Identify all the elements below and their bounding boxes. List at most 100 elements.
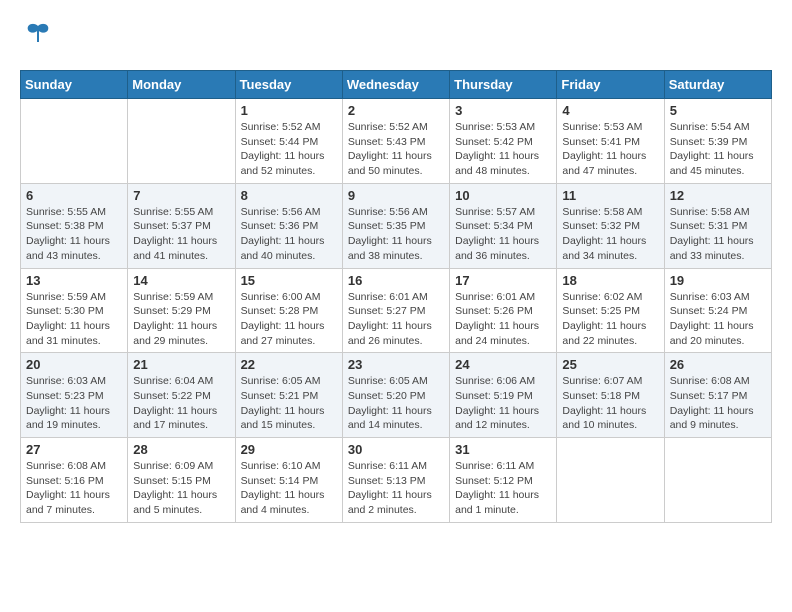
day-info: Sunrise: 6:02 AM Sunset: 5:25 PM Dayligh… (562, 290, 658, 349)
calendar-cell: 13 Sunrise: 5:59 AM Sunset: 5:30 PM Dayli… (21, 268, 128, 353)
calendar-table: SundayMondayTuesdayWednesdayThursdayFrid… (20, 70, 772, 523)
calendar-cell: 9 Sunrise: 5:56 AM Sunset: 5:35 PM Daylig… (342, 183, 449, 268)
day-info: Sunrise: 5:59 AM Sunset: 5:29 PM Dayligh… (133, 290, 229, 349)
day-number: 8 (241, 188, 337, 203)
calendar-cell: 30Sunrise: 6:11 AM Sunset: 5:13 PM Dayli… (342, 438, 449, 523)
day-info: Sunrise: 6:06 AM Sunset: 5:19 PM Dayligh… (455, 374, 551, 433)
day-number: 22 (241, 357, 337, 372)
day-number: 1 (241, 103, 337, 118)
day-number: 26 (670, 357, 766, 372)
calendar-cell (664, 438, 771, 523)
header-monday: Monday (128, 71, 235, 99)
day-number: 4 (562, 103, 658, 118)
day-info: Sunrise: 5:56 AM Sunset: 5:35 PM Dayligh… (348, 205, 444, 264)
day-info: Sunrise: 6:01 AM Sunset: 5:26 PM Dayligh… (455, 290, 551, 349)
day-info: Sunrise: 5:53 AM Sunset: 5:42 PM Dayligh… (455, 120, 551, 179)
day-number: 13 (26, 273, 122, 288)
day-number: 9 (348, 188, 444, 203)
day-number: 23 (348, 357, 444, 372)
calendar-cell: 26 Sunrise: 6:08 AM Sunset: 5:17 PM Dayli… (664, 353, 771, 438)
calendar-cell: 21Sunrise: 6:04 AM Sunset: 5:22 PM Dayli… (128, 353, 235, 438)
calendar-cell: 8 Sunrise: 5:56 AM Sunset: 5:36 PM Daylig… (235, 183, 342, 268)
day-number: 5 (670, 103, 766, 118)
day-info: Sunrise: 5:55 AM Sunset: 5:38 PM Dayligh… (26, 205, 122, 264)
calendar-week-2: 6 Sunrise: 5:55 AM Sunset: 5:38 PM Daylig… (21, 183, 772, 268)
day-info: Sunrise: 5:59 AM Sunset: 5:30 PM Dayligh… (26, 290, 122, 349)
day-number: 24 (455, 357, 551, 372)
day-number: 20 (26, 357, 122, 372)
header-tuesday: Tuesday (235, 71, 342, 99)
day-info: Sunrise: 6:08 AM Sunset: 5:16 PM Dayligh… (26, 459, 122, 518)
calendar-cell: 16 Sunrise: 6:01 AM Sunset: 5:27 PM Dayli… (342, 268, 449, 353)
calendar-cell: 28Sunrise: 6:09 AM Sunset: 5:15 PM Dayli… (128, 438, 235, 523)
day-info: Sunrise: 5:53 AM Sunset: 5:41 PM Dayligh… (562, 120, 658, 179)
day-number: 29 (241, 442, 337, 457)
calendar-cell: 1Sunrise: 5:52 AM Sunset: 5:44 PM Daylig… (235, 99, 342, 184)
day-info: Sunrise: 6:03 AM Sunset: 5:24 PM Dayligh… (670, 290, 766, 349)
calendar-cell: 7 Sunrise: 5:55 AM Sunset: 5:37 PM Daylig… (128, 183, 235, 268)
calendar-cell (21, 99, 128, 184)
calendar-cell: 31Sunrise: 6:11 AM Sunset: 5:12 PM Dayli… (450, 438, 557, 523)
day-number: 6 (26, 188, 122, 203)
calendar-cell: 20 Sunrise: 6:03 AM Sunset: 5:23 PM Dayli… (21, 353, 128, 438)
calendar-week-3: 13 Sunrise: 5:59 AM Sunset: 5:30 PM Dayli… (21, 268, 772, 353)
header-sunday: Sunday (21, 71, 128, 99)
day-number: 18 (562, 273, 658, 288)
day-info: Sunrise: 5:56 AM Sunset: 5:36 PM Dayligh… (241, 205, 337, 264)
calendar-cell: 15 Sunrise: 6:00 AM Sunset: 5:28 PM Dayli… (235, 268, 342, 353)
day-number: 3 (455, 103, 551, 118)
day-info: Sunrise: 6:04 AM Sunset: 5:22 PM Dayligh… (133, 374, 229, 433)
day-number: 17 (455, 273, 551, 288)
day-number: 7 (133, 188, 229, 203)
day-number: 10 (455, 188, 551, 203)
day-info: Sunrise: 6:05 AM Sunset: 5:21 PM Dayligh… (241, 374, 337, 433)
day-info: Sunrise: 5:58 AM Sunset: 5:31 PM Dayligh… (670, 205, 766, 264)
calendar-cell (557, 438, 664, 523)
calendar-cell: 23 Sunrise: 6:05 AM Sunset: 5:20 PM Dayli… (342, 353, 449, 438)
day-info: Sunrise: 6:01 AM Sunset: 5:27 PM Dayligh… (348, 290, 444, 349)
day-info: Sunrise: 6:00 AM Sunset: 5:28 PM Dayligh… (241, 290, 337, 349)
day-info: Sunrise: 6:03 AM Sunset: 5:23 PM Dayligh… (26, 374, 122, 433)
calendar-cell: 2 Sunrise: 5:52 AM Sunset: 5:43 PM Daylig… (342, 99, 449, 184)
calendar-cell: 27 Sunrise: 6:08 AM Sunset: 5:16 PM Dayli… (21, 438, 128, 523)
day-info: Sunrise: 6:09 AM Sunset: 5:15 PM Dayligh… (133, 459, 229, 518)
calendar-cell: 17 Sunrise: 6:01 AM Sunset: 5:26 PM Dayli… (450, 268, 557, 353)
calendar-cell: 14 Sunrise: 5:59 AM Sunset: 5:29 PM Dayli… (128, 268, 235, 353)
day-number: 19 (670, 273, 766, 288)
logo (20, 20, 52, 54)
day-info: Sunrise: 6:08 AM Sunset: 5:17 PM Dayligh… (670, 374, 766, 433)
day-number: 2 (348, 103, 444, 118)
calendar-cell: 18 Sunrise: 6:02 AM Sunset: 5:25 PM Dayli… (557, 268, 664, 353)
calendar-week-1: 1Sunrise: 5:52 AM Sunset: 5:44 PM Daylig… (21, 99, 772, 184)
day-number: 11 (562, 188, 658, 203)
day-info: Sunrise: 6:05 AM Sunset: 5:20 PM Dayligh… (348, 374, 444, 433)
day-info: Sunrise: 5:54 AM Sunset: 5:39 PM Dayligh… (670, 120, 766, 179)
day-number: 30 (348, 442, 444, 457)
day-info: Sunrise: 5:52 AM Sunset: 5:43 PM Dayligh… (348, 120, 444, 179)
day-number: 27 (26, 442, 122, 457)
calendar-cell: 5 Sunrise: 5:54 AM Sunset: 5:39 PM Daylig… (664, 99, 771, 184)
day-number: 12 (670, 188, 766, 203)
day-info: Sunrise: 5:57 AM Sunset: 5:34 PM Dayligh… (455, 205, 551, 264)
header-thursday: Thursday (450, 71, 557, 99)
day-info: Sunrise: 6:11 AM Sunset: 5:12 PM Dayligh… (455, 459, 551, 518)
calendar-cell: 3 Sunrise: 5:53 AM Sunset: 5:42 PM Daylig… (450, 99, 557, 184)
day-number: 25 (562, 357, 658, 372)
calendar-cell: 19 Sunrise: 6:03 AM Sunset: 5:24 PM Dayli… (664, 268, 771, 353)
header-friday: Friday (557, 71, 664, 99)
day-number: 15 (241, 273, 337, 288)
day-number: 16 (348, 273, 444, 288)
calendar-cell: 6 Sunrise: 5:55 AM Sunset: 5:38 PM Daylig… (21, 183, 128, 268)
calendar-cell: 4 Sunrise: 5:53 AM Sunset: 5:41 PM Daylig… (557, 99, 664, 184)
calendar-cell: 29Sunrise: 6:10 AM Sunset: 5:14 PM Dayli… (235, 438, 342, 523)
calendar-cell (128, 99, 235, 184)
day-info: Sunrise: 5:58 AM Sunset: 5:32 PM Dayligh… (562, 205, 658, 264)
calendar-cell: 25 Sunrise: 6:07 AM Sunset: 5:18 PM Dayli… (557, 353, 664, 438)
calendar-cell: 24 Sunrise: 6:06 AM Sunset: 5:19 PM Dayli… (450, 353, 557, 438)
day-info: Sunrise: 6:07 AM Sunset: 5:18 PM Dayligh… (562, 374, 658, 433)
calendar-cell: 11 Sunrise: 5:58 AM Sunset: 5:32 PM Dayli… (557, 183, 664, 268)
day-info: Sunrise: 5:55 AM Sunset: 5:37 PM Dayligh… (133, 205, 229, 264)
day-number: 14 (133, 273, 229, 288)
calendar-header-row: SundayMondayTuesdayWednesdayThursdayFrid… (21, 71, 772, 99)
logo-bird-icon (24, 20, 52, 54)
